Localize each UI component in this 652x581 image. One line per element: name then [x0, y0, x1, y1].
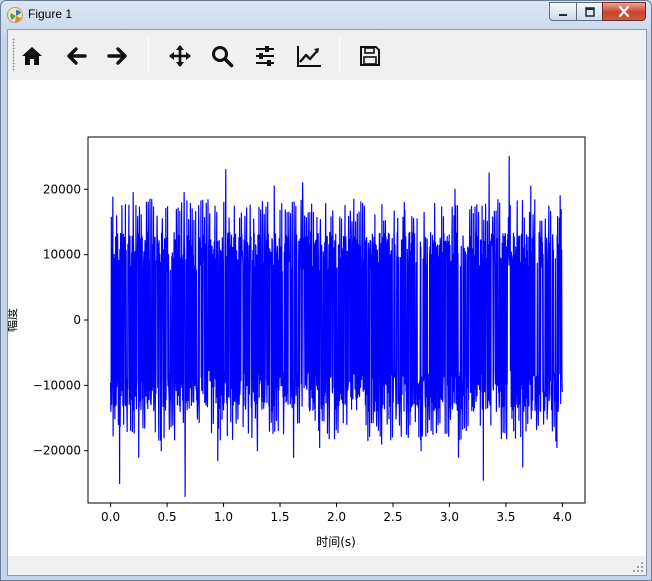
y-tick-label: 0	[73, 313, 81, 327]
figure-canvas[interactable]: 0.0 0.5 1.0 1.5 2.0 2.5 3.0 3.5 4.0 −20000 −10000…	[4, 80, 646, 556]
x-tick-label: 1.5	[270, 510, 289, 524]
signal-chart[interactable]: 0.0 0.5 1.0 1.5 2.0 2.5 3.0 3.5 4.0 −20000 −10000…	[4, 80, 646, 556]
save-button[interactable]	[354, 40, 386, 72]
resize-grip-icon[interactable]	[632, 561, 644, 573]
status-bar	[8, 556, 646, 575]
y-tick-label: −20000	[33, 444, 81, 458]
x-tick-label: 3.5	[496, 510, 515, 524]
close-icon	[618, 6, 630, 17]
magnifier-icon	[212, 46, 234, 68]
arrow-right-icon	[107, 47, 127, 65]
move-icon	[169, 45, 191, 67]
x-axis: 0.0 0.5 1.0 1.5 2.0 2.5 3.0 3.5 4.0	[101, 503, 572, 524]
home-button[interactable]	[16, 40, 48, 72]
x-tick-label: 3.0	[440, 510, 459, 524]
x-tick-label: 2.5	[383, 510, 402, 524]
figure-client-area: 0.0 0.5 1.0 1.5 2.0 2.5 3.0 3.5 4.0 −20000 −10000…	[4, 29, 647, 576]
y-axis: −20000 −10000 0 10000 20000	[33, 182, 88, 458]
maximize-icon	[584, 6, 595, 17]
toolbar-separator	[148, 37, 149, 73]
subplots-button[interactable]	[249, 40, 281, 72]
y-tick-label: 10000	[43, 248, 81, 262]
signal-series-line	[109, 156, 564, 498]
x-axis-label: 时间(s)	[316, 535, 356, 549]
x-tick-label: 0.5	[158, 510, 177, 524]
window-title: Figure 1	[28, 7, 73, 21]
maximize-button[interactable]	[576, 2, 602, 21]
y-axis-label: 幅度	[8, 308, 19, 332]
forward-button[interactable]	[102, 40, 134, 72]
matplotlib-app-icon[interactable]	[7, 7, 23, 23]
plot-line	[109, 156, 564, 498]
y-tick-label: −10000	[33, 378, 81, 392]
close-button[interactable]	[602, 2, 646, 21]
minimize-icon	[559, 13, 567, 16]
figure-window: Figure 1 0.0 0.5 1.0 1.5 2.0 2.5 3.0 3.5…	[0, 0, 652, 581]
back-button[interactable]	[60, 40, 92, 72]
edit-axes-button[interactable]	[293, 40, 325, 72]
home-icon	[22, 47, 42, 65]
minimize-button[interactable]	[549, 2, 576, 21]
x-tick-label: 2.0	[327, 510, 346, 524]
y-tick-label: 20000	[43, 182, 81, 196]
x-tick-label: 4.0	[553, 510, 572, 524]
floppy-disk-icon	[360, 46, 380, 66]
zoom-button[interactable]	[206, 40, 238, 72]
x-tick-label: 0.0	[101, 510, 120, 524]
window-controls	[549, 2, 646, 21]
title-bar[interactable]: Figure 1	[1, 1, 651, 29]
toolbar-grip[interactable]	[12, 38, 15, 72]
sliders-icon	[256, 46, 274, 66]
navigation-toolbar	[8, 30, 646, 80]
x-tick-label: 1.0	[214, 510, 233, 524]
arrow-left-icon	[67, 47, 87, 65]
pan-button[interactable]	[164, 40, 196, 72]
line-chart-icon	[297, 46, 321, 67]
toolbar-separator	[339, 37, 340, 73]
